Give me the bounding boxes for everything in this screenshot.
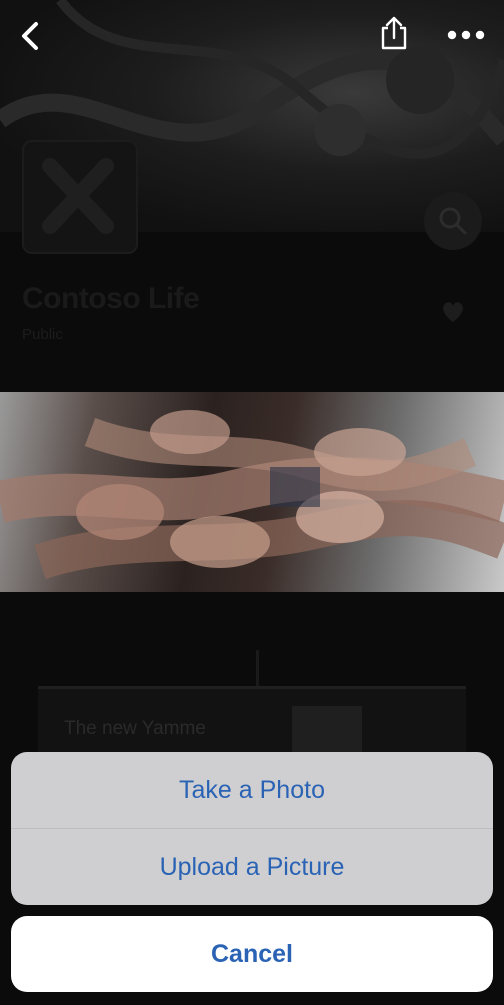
post-preview-text: The new Yamme — [64, 718, 206, 739]
more-horizontal-icon — [447, 30, 485, 40]
share-button[interactable] — [374, 14, 414, 54]
more-options-button[interactable] — [442, 20, 490, 50]
search-button[interactable] — [424, 192, 482, 250]
group-avatar — [22, 140, 138, 254]
hands-photo — [0, 392, 504, 592]
heart-icon[interactable] — [438, 296, 468, 326]
chevron-left-icon — [22, 22, 38, 50]
search-icon — [439, 207, 467, 235]
group-privacy-label: Public — [22, 326, 63, 343]
group-logo-icon — [42, 158, 114, 234]
take-photo-option[interactable]: Take a Photo — [11, 752, 493, 829]
share-icon — [381, 16, 407, 50]
group-title: Contoso Life — [22, 282, 200, 315]
upload-picture-option[interactable]: Upload a Picture — [11, 829, 493, 905]
photo-illustration — [0, 410, 504, 580]
cancel-button[interactable]: Cancel — [11, 916, 493, 992]
photo-action-sheet: Take a Photo Upload a Picture — [11, 752, 493, 905]
back-button[interactable] — [12, 16, 52, 56]
post-thumbnail — [292, 706, 362, 758]
